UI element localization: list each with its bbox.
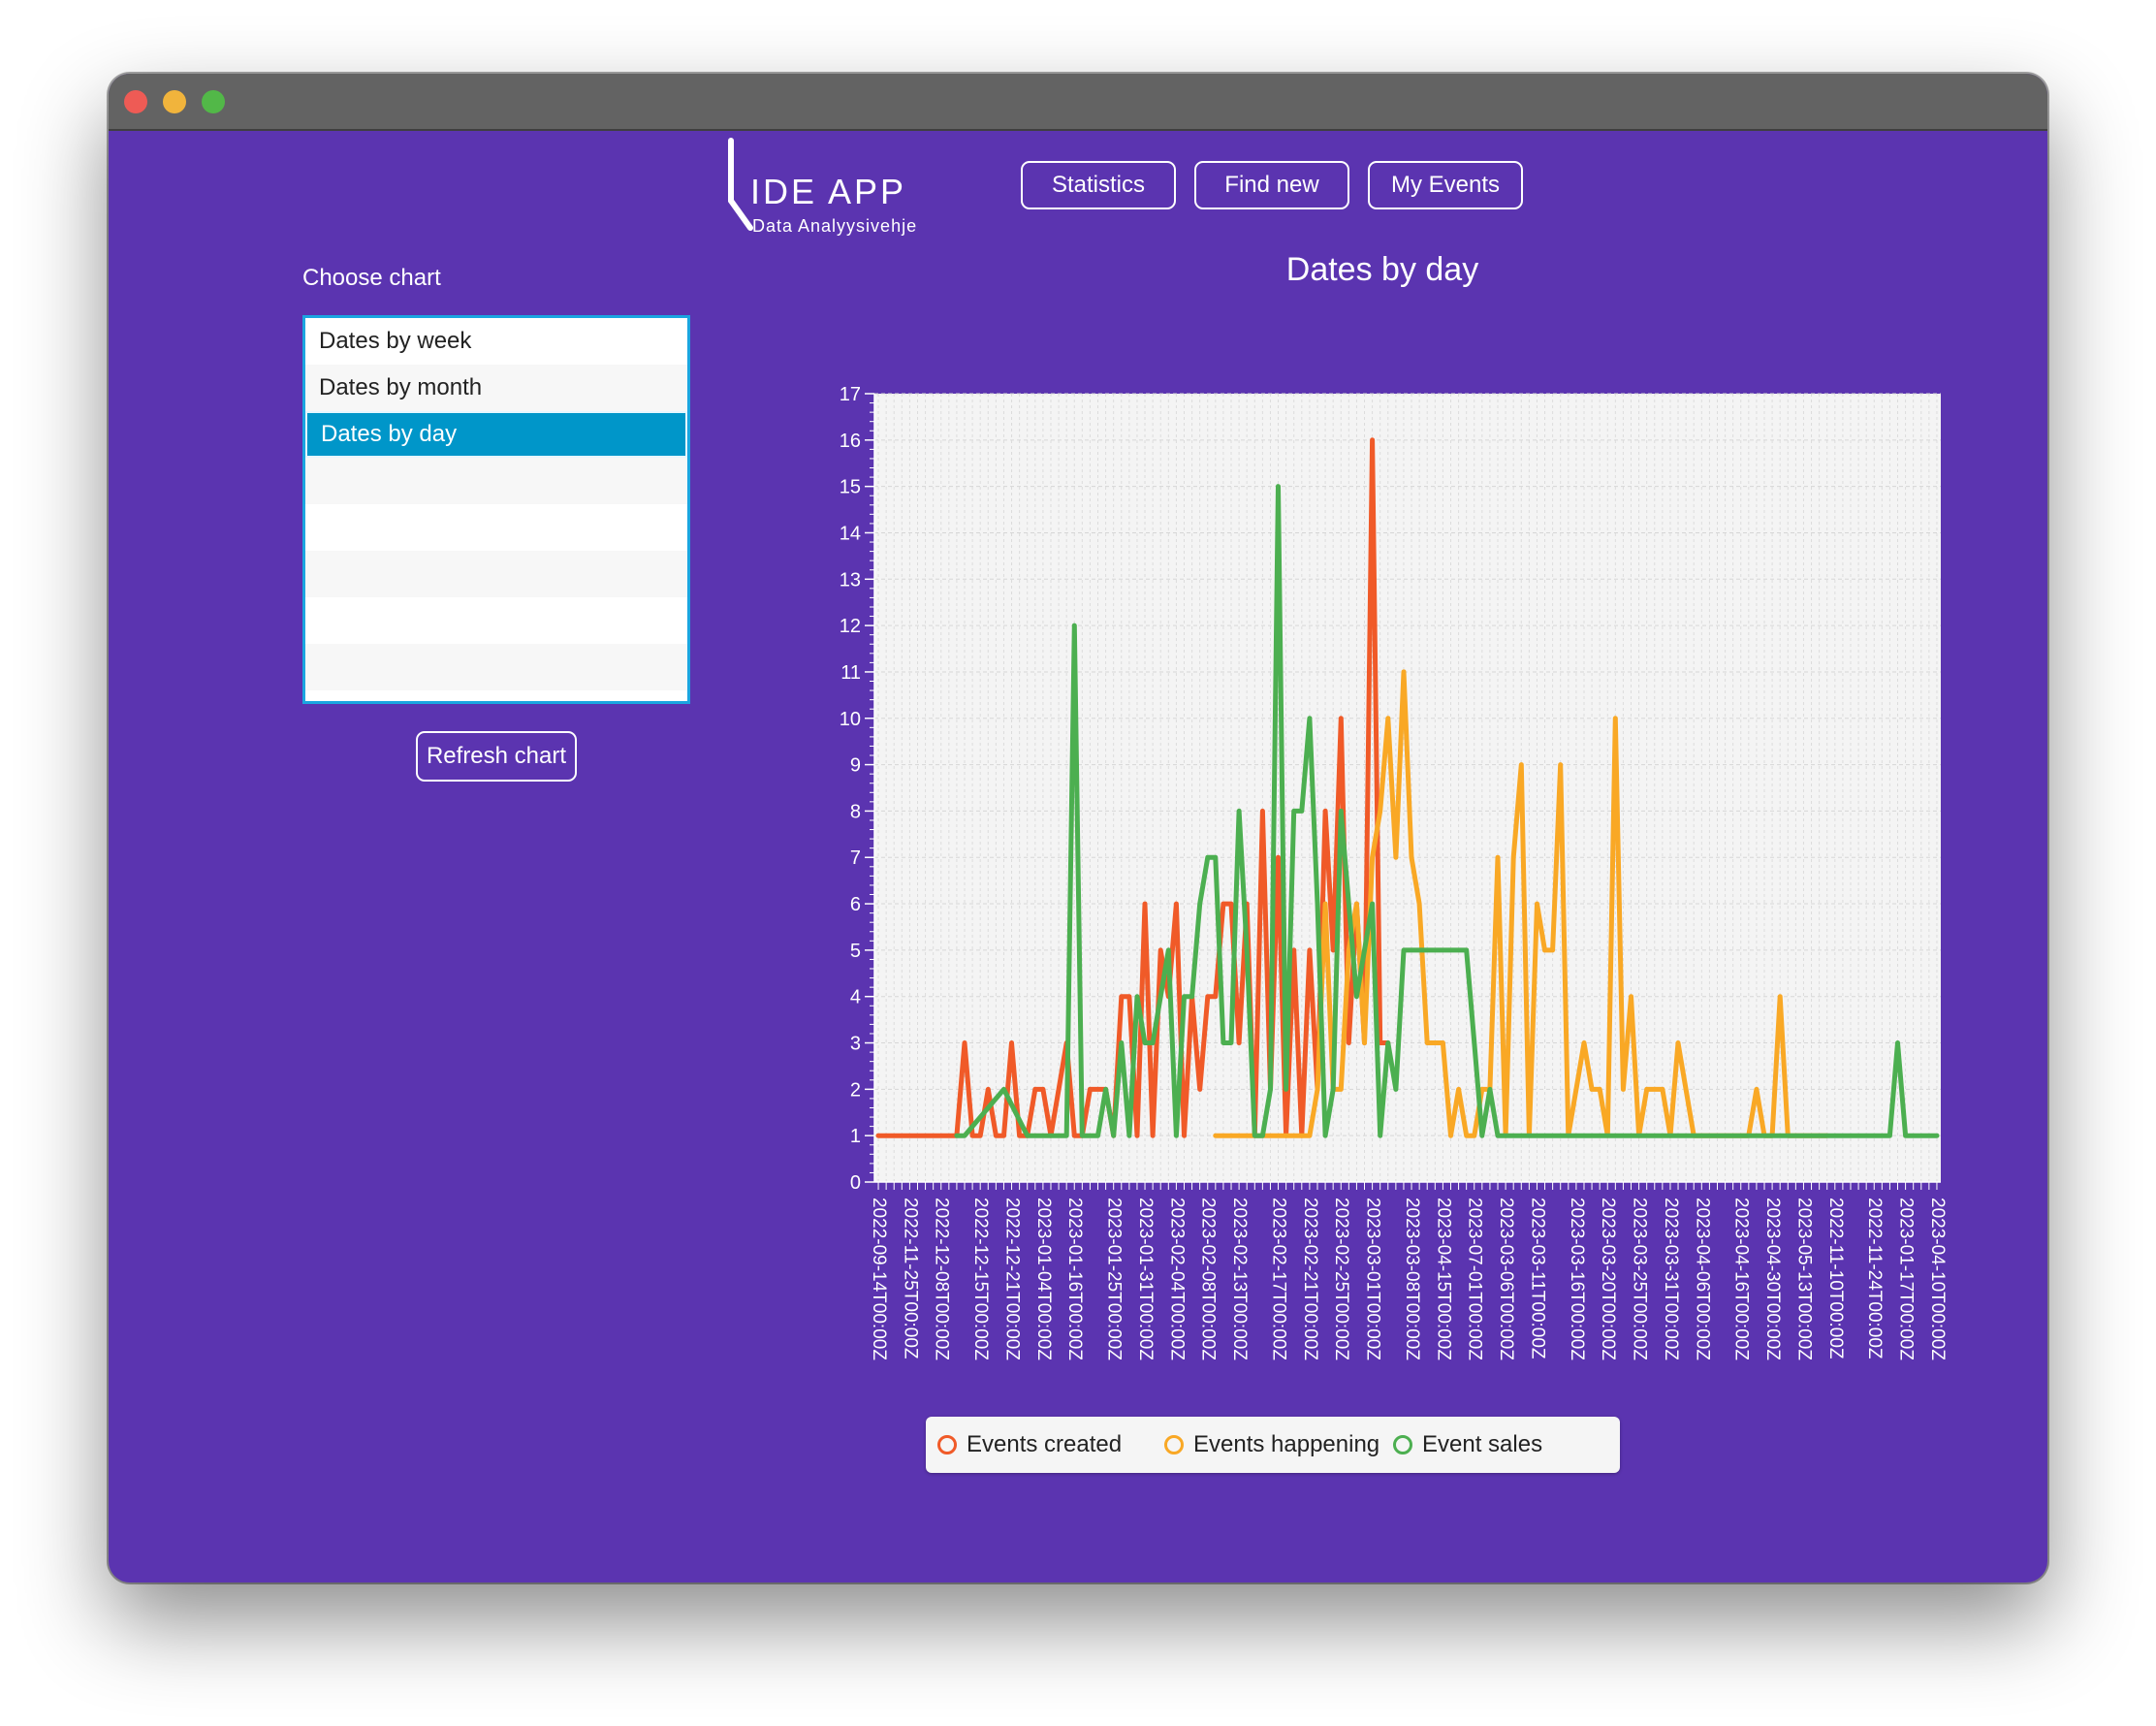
x-tick-label: 2023-03-08T00:00Z (1402, 1198, 1422, 1360)
y-tick-label: 4 (850, 987, 861, 1008)
chart-list-item-week[interactable]: Dates by week (305, 318, 687, 365)
my-events-button[interactable]: My Events (1368, 161, 1523, 209)
logo-subtitle: Data Analyysivehje (752, 216, 918, 236)
x-tick-label: 2023-01-31T00:00Z (1135, 1198, 1156, 1360)
chart-list-empty-row (305, 597, 687, 644)
minimize-window-button[interactable] (163, 90, 186, 113)
y-tick-label: 16 (840, 431, 861, 452)
x-tick-label: 2023-02-04T00:00Z (1166, 1198, 1187, 1360)
legend-item-event-sales: Event sales (1393, 1430, 1542, 1459)
x-tick-label: 2023-03-06T00:00Z (1496, 1198, 1516, 1360)
y-tick-label: 0 (850, 1172, 861, 1194)
title-bar (109, 74, 2047, 131)
x-tick-label: 2022-11-25T00:00Z (900, 1198, 920, 1359)
x-tick-label: 2023-03-11T00:00Z (1527, 1198, 1547, 1359)
x-tick-label: 2023-01-25T00:00Z (1104, 1198, 1125, 1360)
find-new-button[interactable]: Find new (1194, 161, 1349, 209)
chart-list-empty-row (305, 458, 687, 504)
legend-circle-icon (1164, 1435, 1184, 1454)
x-tick-label: 2022-12-21T00:00Z (1002, 1198, 1023, 1360)
x-tick-label: 2022-11-24T00:00Z (1864, 1198, 1885, 1359)
x-tick-label: 2023-03-31T00:00Z (1661, 1198, 1681, 1360)
x-tick-label: 2023-03-01T00:00Z (1363, 1198, 1383, 1360)
chart-list[interactable]: Dates by week Dates by month Dates by da… (302, 315, 690, 704)
y-tick-label: 6 (850, 894, 861, 915)
x-tick-label: 2023-07-01T00:00Z (1465, 1198, 1485, 1360)
y-tick-label: 11 (840, 662, 861, 684)
chart-legend: Events created Events happening Event sa… (926, 1417, 1620, 1473)
y-tick-label: 2 (850, 1079, 861, 1101)
legend-item-events-happening: Events happening (1164, 1430, 1379, 1459)
x-tick-label: 2023-01-04T00:00Z (1033, 1198, 1054, 1360)
logo-title: IDE APP (750, 172, 907, 211)
x-tick-label: 2023-02-08T00:00Z (1198, 1198, 1219, 1360)
x-tick-label: 2023-01-16T00:00Z (1064, 1198, 1085, 1360)
x-tick-label: 2022-09-14T00:00Z (869, 1198, 889, 1360)
x-tick-label: 2023-03-25T00:00Z (1630, 1198, 1650, 1360)
y-tick-label: 3 (850, 1034, 861, 1055)
legend-label: Events happening (1193, 1431, 1380, 1457)
line-chart: 012345678910111213141516172022-09-14T00:… (840, 384, 1948, 1360)
chart-list-empty-row (305, 644, 687, 690)
statistics-button[interactable]: Statistics (1021, 161, 1176, 209)
x-tick-label: 2022-11-10T00:00Z (1825, 1198, 1846, 1359)
x-tick-label: 2022-12-15T00:00Z (970, 1198, 991, 1360)
choose-chart-label: Choose chart (302, 265, 441, 291)
x-tick-label: 2023-04-16T00:00Z (1731, 1198, 1752, 1360)
y-tick-label: 12 (840, 616, 861, 637)
y-tick-label: 17 (840, 384, 861, 405)
y-tick-label: 15 (840, 477, 861, 498)
y-tick-label: 1 (850, 1126, 861, 1147)
y-tick-label: 13 (840, 569, 861, 591)
x-tick-label: 2023-04-06T00:00Z (1692, 1198, 1712, 1360)
y-tick-label: 5 (850, 941, 861, 962)
legend-circle-icon (937, 1435, 957, 1454)
chart-list-item-day[interactable]: Dates by day (305, 411, 687, 458)
maximize-window-button[interactable] (202, 90, 225, 113)
y-tick-label: 8 (850, 801, 861, 822)
close-window-button[interactable] (124, 90, 147, 113)
x-tick-label: 2023-02-13T00:00Z (1229, 1198, 1250, 1360)
x-tick-label: 2023-02-25T00:00Z (1331, 1198, 1351, 1360)
legend-label: Event sales (1422, 1431, 1543, 1457)
x-tick-label: 2023-04-10T00:00Z (1927, 1198, 1948, 1360)
legend-circle-icon (1393, 1435, 1412, 1454)
chart-title: Dates by day (1285, 251, 1479, 288)
chart-list-empty-row (305, 504, 687, 551)
y-tick-label: 7 (850, 847, 861, 869)
x-tick-label: 2023-03-16T00:00Z (1567, 1198, 1587, 1360)
y-tick-label: 9 (850, 755, 861, 777)
chart-list-empty-row (305, 551, 687, 597)
chart-list-item-month[interactable]: Dates by month (305, 365, 687, 411)
app-content: IDE APP Data Analyysivehje Statistics Fi… (109, 131, 2047, 1582)
legend-label: Events created (967, 1431, 1123, 1457)
x-tick-label: 2023-04-30T00:00Z (1762, 1198, 1783, 1360)
x-tick-label: 2023-01-17T00:00Z (1896, 1198, 1917, 1360)
y-tick-label: 14 (840, 523, 861, 544)
x-tick-label: 2023-05-13T00:00Z (1793, 1198, 1814, 1360)
x-tick-label: 2023-02-17T00:00Z (1269, 1198, 1289, 1360)
refresh-chart-button[interactable]: Refresh chart (416, 731, 577, 782)
legend-item-events-created: Events created (937, 1430, 1122, 1459)
x-tick-label: 2023-02-21T00:00Z (1300, 1198, 1320, 1360)
x-tick-label: 2023-04-15T00:00Z (1433, 1198, 1453, 1360)
app-logo: IDE APP Data Analyysivehje (710, 135, 962, 241)
x-tick-label: 2022-12-08T00:00Z (932, 1198, 952, 1360)
app-window: IDE APP Data Analyysivehje Statistics Fi… (109, 74, 2047, 1582)
y-tick-label: 10 (840, 709, 861, 730)
x-tick-label: 2023-03-20T00:00Z (1598, 1198, 1618, 1360)
